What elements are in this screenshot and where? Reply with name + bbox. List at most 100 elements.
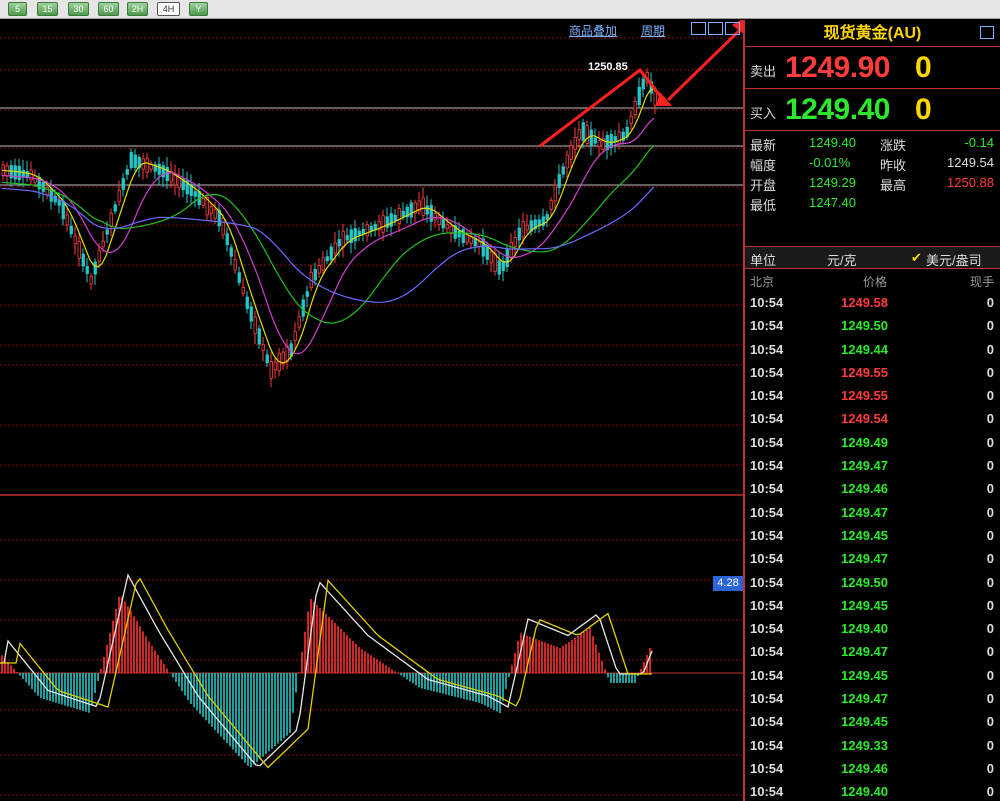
candle-body — [333, 242, 337, 254]
candle-body — [305, 291, 309, 297]
candle-body — [429, 204, 433, 222]
candle-body — [577, 129, 581, 140]
window-prev-icon[interactable] — [691, 22, 706, 35]
tick-volume: 0 — [986, 667, 994, 683]
candle-body — [273, 361, 277, 371]
tick-volume: 0 — [986, 388, 994, 404]
timeframe-60-button[interactable]: 60 — [98, 2, 119, 16]
window-maximize-icon[interactable] — [725, 22, 740, 35]
candle-body — [589, 129, 593, 146]
overlay-link[interactable]: 商品叠加 — [569, 22, 617, 39]
candle-body — [629, 116, 633, 124]
buy-quote: 买入 1249.40 0 — [745, 89, 1000, 131]
quote-panel: 现货黄金(AU) 卖出 1249.90 0 买入 1249.40 0 最新 12… — [743, 20, 1000, 801]
candle-body — [565, 154, 569, 169]
candle-body — [157, 163, 161, 175]
tick-volume: 0 — [986, 318, 994, 334]
peak-price-label: 1250.85 — [588, 61, 628, 73]
timeframe-5-button[interactable]: 5 — [8, 2, 27, 16]
tick-time: 10:54 — [750, 504, 784, 520]
tick-price: 1249.47 — [841, 644, 888, 660]
tick-volume: 0 — [986, 458, 994, 474]
candle-body — [77, 241, 81, 259]
tick-price: 1249.45 — [841, 667, 888, 683]
candlestick-chart[interactable] — [0, 20, 743, 801]
filter-button[interactable]: Y — [189, 2, 208, 16]
candle-body — [409, 202, 413, 218]
candle-body — [117, 189, 121, 203]
ma-mid-line — [1, 117, 655, 355]
candle-body — [401, 210, 405, 218]
candle-body — [265, 354, 269, 364]
tick-row: 10:54 1249.55 0 — [745, 361, 1000, 384]
price-stats: 最新 1249.40 涨跌 -0.14 幅度 -0.01% 昨收 1249.54… — [745, 131, 1000, 247]
unit-cny-gram[interactable]: 元/克 — [827, 250, 857, 269]
tick-price: 1249.40 — [841, 621, 888, 637]
tick-price: 1249.40 — [841, 784, 888, 800]
candle-body — [433, 213, 437, 221]
checkmark-icon: ✔ — [911, 250, 922, 265]
timeframe-15-button[interactable]: 15 — [37, 2, 58, 16]
candle-body — [113, 204, 117, 212]
timeframe-toolbar: 5 15 30 60 2H 4H Y — [0, 0, 1000, 19]
tick-header-price: 价格 — [863, 275, 888, 289]
tick-time: 10:54 — [750, 784, 784, 800]
window-restore-icon[interactable] — [708, 22, 723, 35]
tick-price: 1249.58 — [841, 295, 888, 310]
unit-usd-ounce[interactable]: 美元/盎司 — [926, 250, 982, 269]
timeframe-4h-button[interactable]: 4H — [157, 2, 180, 16]
tick-time: 10:54 — [750, 364, 784, 380]
low-value: 1247.40 — [809, 195, 856, 210]
candle-body — [269, 361, 273, 379]
tick-volume: 0 — [986, 597, 994, 613]
candle-body — [633, 100, 637, 116]
tick-row: 10:54 1249.44 0 — [745, 338, 1000, 361]
tick-price: 1249.47 — [841, 458, 888, 474]
candle-body — [393, 214, 397, 222]
tick-price: 1249.47 — [841, 551, 888, 567]
candle-body — [337, 239, 341, 247]
timeframe-30-button[interactable]: 30 — [68, 2, 89, 16]
candle-body — [593, 137, 597, 144]
timeframe-2h-button[interactable]: 2H — [127, 2, 148, 16]
tick-volume: 0 — [986, 784, 994, 800]
tick-price: 1249.46 — [841, 760, 888, 776]
candle-body — [477, 241, 481, 247]
candle-body — [557, 174, 561, 188]
tick-time: 10:54 — [750, 737, 784, 753]
candle-body — [585, 125, 589, 144]
candle-body — [221, 217, 225, 236]
period-link[interactable]: 周期 — [641, 22, 665, 39]
candle-body — [341, 230, 345, 248]
instrument-title: 现货黄金(AU) — [745, 20, 1000, 47]
candle-body — [397, 208, 401, 224]
tick-list[interactable]: 10:54 1249.58 0 10:54 1249.50 0 10:54 1249.44 0 1… — [745, 291, 1000, 801]
candle-body — [225, 233, 229, 245]
candle-body — [561, 166, 565, 175]
candle-body — [301, 299, 305, 317]
candle-body — [329, 246, 333, 261]
candle-body — [245, 296, 249, 309]
prev-close-value: 1249.54 — [947, 155, 994, 170]
macd-value-badge: 4.28 — [713, 576, 743, 591]
candle-body — [381, 215, 385, 233]
candle-body — [57, 200, 61, 206]
candle-body — [321, 257, 325, 271]
tick-row: 10:54 1249.40 0 — [745, 617, 1000, 640]
tick-time: 10:54 — [750, 621, 784, 637]
candle-body — [509, 241, 513, 259]
chart-area[interactable]: 商品叠加 周期 1250.85 4.28 — [0, 20, 743, 801]
candle-body — [389, 213, 393, 227]
tick-price: 1249.45 — [841, 527, 888, 543]
candle-body — [553, 184, 557, 202]
candle-body — [425, 205, 429, 215]
panel-toggle-icon[interactable] — [980, 26, 994, 39]
tick-row: 10:54 1249.47 0 — [745, 547, 1000, 570]
tick-list-header: 北京 价格 现手 — [745, 269, 1000, 291]
tick-volume: 0 — [986, 411, 994, 427]
candle-body — [525, 224, 529, 231]
candle-body — [569, 145, 573, 160]
tick-row: 10:54 1249.45 0 — [745, 664, 1000, 687]
open-label: 开盘 — [750, 178, 777, 193]
candle-body — [93, 261, 97, 275]
